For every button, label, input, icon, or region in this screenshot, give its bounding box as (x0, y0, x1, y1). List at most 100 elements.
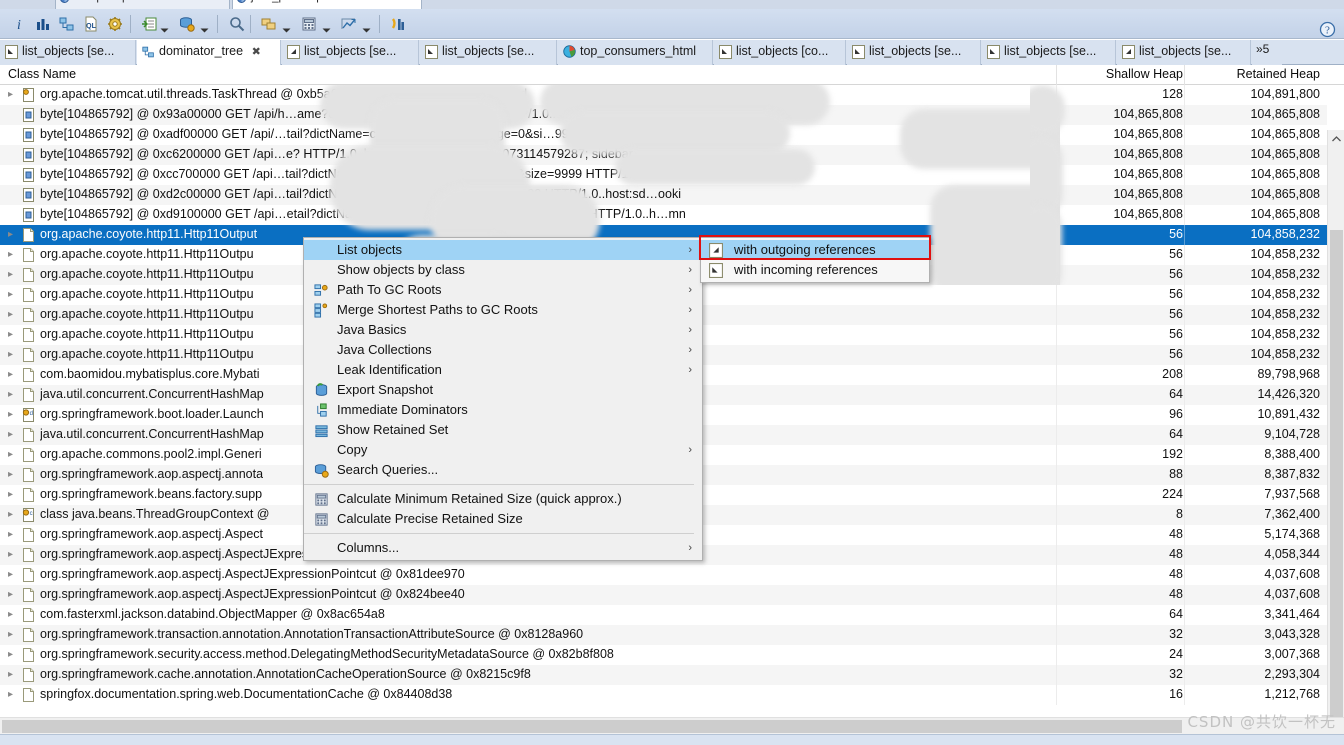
cell-retained-heap: 3,007,368 (1264, 647, 1320, 661)
submenu-item-with-outgoing-references[interactable]: with outgoing references (701, 240, 929, 260)
table-row[interactable]: ▸ springfox.documentation.spring.web.Docu… (0, 685, 1327, 705)
table-row[interactable]: byte[104865792] @ 0xadf00000 GET /api/…t… (0, 125, 1327, 145)
cell-class-name: org.apache.coyote.http11.Http11Outpu (40, 247, 254, 261)
menu-item-path-to-gc-roots[interactable]: Path To GC Roots › (304, 280, 702, 300)
row-expand-twisty[interactable]: ▸ (8, 250, 16, 260)
editor-tabs-overflow-button[interactable]: »5 (1252, 40, 1282, 65)
submenu-item-with-incoming-references[interactable]: with incoming references (701, 260, 929, 280)
search-icon[interactable] (226, 13, 248, 35)
chevron-down-icon[interactable] (362, 21, 371, 33)
editor-tab-list-objects-3[interactable]: list_objects [se... (420, 40, 557, 65)
horizontal-scrollbar[interactable] (0, 717, 1344, 734)
chart-export-icon[interactable] (338, 13, 360, 35)
column-header-retained-heap[interactable]: Retained Heap (1187, 67, 1320, 81)
table-row[interactable]: ▸ org.springframework.aop.aspectj.AspectJ… (0, 565, 1327, 585)
row-expand-twisty[interactable]: ▸ (8, 590, 16, 600)
editor-tab-list-objects-4[interactable]: list_objects [co... (714, 40, 846, 65)
table-row[interactable]: ▸ org.springframework.cache.annotation.An… (0, 665, 1327, 685)
row-expand-twisty[interactable]: ▸ (8, 550, 16, 560)
row-expand-twisty[interactable]: ▸ (8, 470, 16, 480)
menu-item-calculate-minimum-retained-size-quick-approx[interactable]: Calculate Minimum Retained Size (quick a… (304, 489, 702, 509)
menu-item-show-retained-set[interactable]: Show Retained Set (304, 420, 702, 440)
vertical-scrollbar-thumb[interactable] (1330, 230, 1343, 745)
editor-tab-list-objects-5[interactable]: list_objects [se... (847, 40, 981, 65)
row-expand-twisty[interactable]: ▸ (8, 690, 16, 700)
group-by-icon[interactable] (258, 13, 280, 35)
scroll-up-icon[interactable] (1328, 130, 1344, 147)
menu-item-leak-identification[interactable]: Leak Identification › (304, 360, 702, 380)
table-row[interactable]: byte[104865792] @ 0xcc700000 GET /api…ta… (0, 165, 1327, 185)
table-row[interactable]: byte[104865792] @ 0x93a00000 GET /api/h…… (0, 105, 1327, 125)
table-row[interactable]: byte[104865792] @ 0xc6200000 GET /api…e?… (0, 145, 1327, 165)
row-expand-twisty[interactable]: ▸ (8, 90, 16, 100)
oql-icon[interactable]: QL (80, 13, 102, 35)
row-expand-twisty[interactable]: ▸ (8, 410, 16, 420)
table-row[interactable]: ▸ org.apache.tomcat.util.threads.TaskThre… (0, 85, 1327, 105)
row-expand-twisty[interactable]: ▸ (8, 330, 16, 340)
table-row[interactable]: ▸ org.springframework.aop.aspectj.AspectJ… (0, 585, 1327, 605)
query-browser-icon[interactable] (176, 13, 198, 35)
editor-tab-list-objects-7[interactable]: list_objects [se... (1117, 40, 1251, 65)
context-menu[interactable]: List objects › Show objects by class › Path … (303, 237, 703, 561)
histogram-icon[interactable] (32, 13, 54, 35)
editor-tab-top-consumers[interactable]: top_consumers_html (558, 40, 713, 65)
calculator-icon[interactable] (298, 13, 320, 35)
row-expand-twisty[interactable]: ▸ (8, 270, 16, 280)
row-expand-twisty[interactable]: ▸ (8, 230, 16, 240)
row-expand-twisty[interactable]: ▸ (8, 490, 16, 500)
menu-item-columns[interactable]: Columns... › (304, 538, 702, 558)
run-expert-system-icon[interactable] (138, 13, 160, 35)
editor-tab-list-objects-1[interactable]: list_objects [se... (0, 40, 136, 65)
info-icon[interactable]: i (8, 13, 30, 35)
menu-item-list-objects[interactable]: List objects › (304, 240, 702, 260)
menu-item-search-queries[interactable]: Search Queries... (304, 460, 702, 480)
chevron-down-icon[interactable] (160, 21, 169, 33)
row-expand-twisty[interactable]: ▸ (8, 350, 16, 360)
menu-item-java-collections[interactable]: Java Collections › (304, 340, 702, 360)
heapdump-tab-dumpheap[interactable]: dumpheap (55, 0, 230, 9)
context-submenu-list-objects[interactable]: with outgoing references with incoming re… (700, 237, 930, 283)
compare-icon[interactable] (388, 13, 410, 35)
menu-item-calculate-precise-retained-size[interactable]: Calculate Precise Retained Size (304, 509, 702, 529)
menu-item-export-snapshot[interactable]: Export Snapshot (304, 380, 702, 400)
row-expand-twisty[interactable]: ▸ (8, 650, 16, 660)
heapdump-tab-javapid[interactable]: java_pid25.hprof (232, 0, 422, 9)
menu-item-copy[interactable]: Copy › (304, 440, 702, 460)
chevron-down-icon[interactable] (282, 21, 291, 33)
vertical-scrollbar[interactable] (1327, 130, 1344, 745)
row-expand-twisty[interactable]: ▸ (8, 370, 16, 380)
menu-item-immediate-dominators[interactable]: Immediate Dominators (304, 400, 702, 420)
column-header-class-name[interactable]: Class Name (8, 67, 76, 81)
row-expand-twisty[interactable]: ▸ (8, 630, 16, 640)
horizontal-scrollbar-thumb[interactable] (2, 720, 1182, 733)
row-expand-twisty[interactable]: ▸ (8, 670, 16, 680)
row-expand-twisty[interactable]: ▸ (8, 430, 16, 440)
table-row[interactable]: ▸ org.springframework.security.access.met… (0, 645, 1327, 665)
menu-item-show-objects-by-class[interactable]: Show objects by class › (304, 260, 702, 280)
row-expand-twisty[interactable]: ▸ (8, 390, 16, 400)
settings-gear-icon[interactable] (104, 13, 126, 35)
table-row[interactable]: ▸ com.fasterxml.jackson.databind.ObjectMa… (0, 605, 1327, 625)
editor-tab-dominator-tree[interactable]: dominator_tree ✖ (137, 40, 281, 65)
row-expand-twisty[interactable]: ▸ (8, 510, 16, 520)
menu-item-merge-shortest-paths-to-gc-roots[interactable]: Merge Shortest Paths to GC Roots › (304, 300, 702, 320)
row-expand-twisty[interactable]: ▸ (8, 610, 16, 620)
editor-tab-list-objects-6[interactable]: list_objects [se... (982, 40, 1116, 65)
row-expand-twisty[interactable]: ▸ (8, 530, 16, 540)
chevron-down-icon[interactable] (200, 21, 209, 33)
table-row[interactable]: byte[104865792] @ 0xd9100000 GET /api…et… (0, 205, 1327, 225)
editor-tab-list-objects-2[interactable]: list_objects [se... (282, 40, 419, 65)
row-expand-twisty[interactable]: ▸ (8, 310, 16, 320)
row-expand-twisty[interactable]: ▸ (8, 290, 16, 300)
row-expand-twisty[interactable]: ▸ (8, 570, 16, 580)
cell-retained-heap: 89,798,968 (1257, 367, 1320, 381)
row-expand-twisty[interactable]: ▸ (8, 450, 16, 460)
menu-item-java-basics[interactable]: Java Basics › (304, 320, 702, 340)
table-row[interactable]: byte[104865792] @ 0xd2c00000 GET /api…ta… (0, 185, 1327, 205)
table-row[interactable]: ▸ org.springframework.transaction.annotat… (0, 625, 1327, 645)
dominator-tree-icon[interactable] (56, 13, 78, 35)
close-icon[interactable]: ✖ (252, 46, 261, 58)
help-icon[interactable]: ? (1319, 21, 1336, 38)
chevron-down-icon[interactable] (322, 21, 331, 33)
column-header-shallow-heap[interactable]: Shallow Heap (1060, 67, 1183, 81)
